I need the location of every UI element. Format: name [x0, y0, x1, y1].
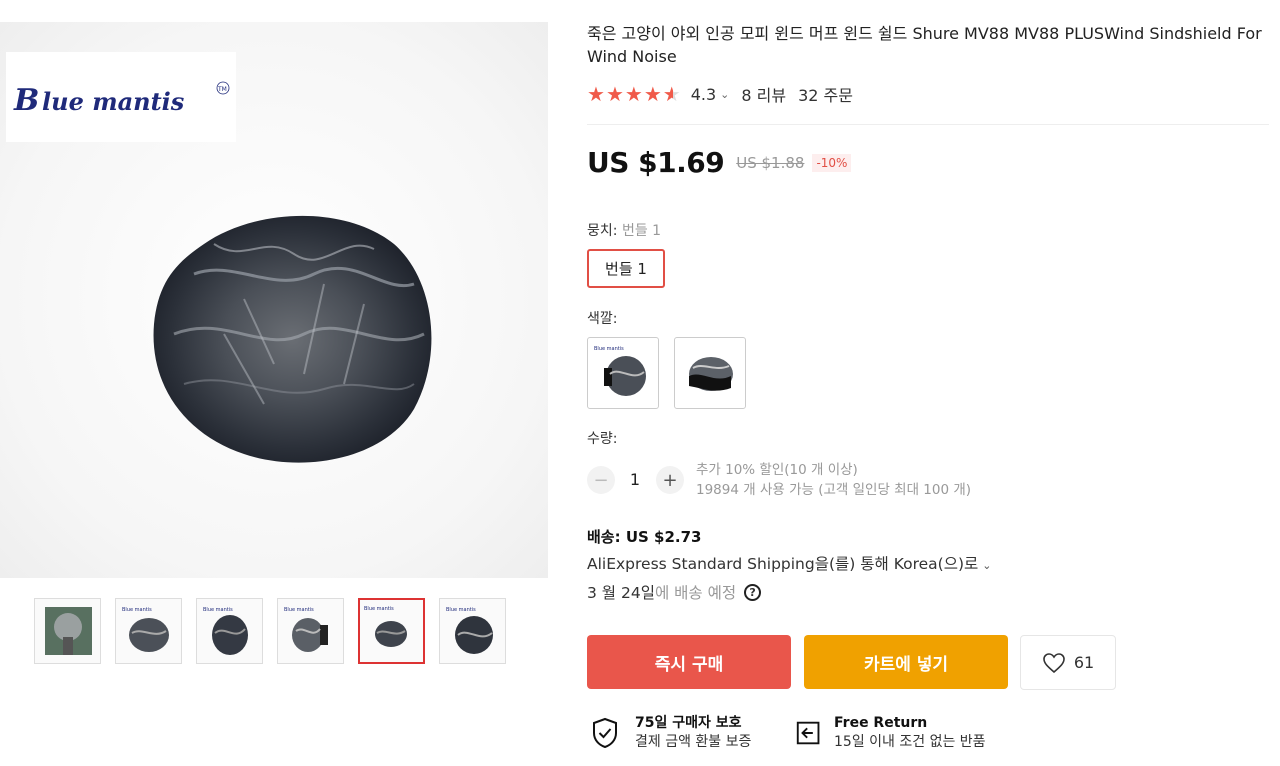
quantity-info: 추가 10% 할인(10 개 이상) 19894 개 사용 가능 (고객 일인당… [696, 460, 971, 500]
thumbnail-4[interactable]: Blue mantis [277, 598, 344, 664]
bundle-selected: 번들 1 [621, 223, 662, 239]
brand-logo-graphic: B lue mantis TM [13, 81, 230, 118]
stock-available-text: 19894 개 사용 가능 (고객 일인당 최대 100 개) [696, 482, 972, 498]
star-icon: ★ [643, 82, 662, 106]
price-row: US $1.69 US $1.88 -10% [587, 146, 852, 179]
shield-check-icon [593, 717, 617, 749]
free-return: Free Return 15일 이내 조건 없는 반품 [794, 714, 986, 752]
current-price: US $1.69 [587, 146, 725, 179]
shipping-cost: 배송: US $2.73 [587, 528, 702, 546]
thumbnail-strip: Blue mantis Blue mantis Blue mantis Blue… [34, 598, 506, 664]
quantity-label: 수량: [587, 431, 618, 447]
star-icon: ★ [605, 82, 624, 106]
svg-text:Blue mantis: Blue mantis [364, 606, 394, 612]
svg-text:Blue mantis: Blue mantis [203, 607, 233, 613]
bundle-label: 뭉치: [587, 223, 618, 239]
star-icon: ★ [624, 82, 643, 106]
svg-text:Blue mantis: Blue mantis [122, 607, 152, 613]
free-return-sub: 15일 이내 조건 없는 반품 [834, 734, 986, 750]
discount-badge: -10% [812, 153, 852, 172]
original-price: US $1.88 [736, 153, 805, 172]
delivery-estimate: 3 월 24일 에 배송 예정 ? [587, 581, 762, 603]
svg-text:Blue mantis: Blue mantis [284, 607, 314, 613]
svg-text:Blue mantis: Blue mantis [594, 346, 624, 352]
thumbnail-3[interactable]: Blue mantis [196, 598, 263, 664]
bundle-option-button[interactable]: 번들 1 [587, 249, 665, 288]
buy-now-button[interactable]: 즉시 구매 [587, 635, 791, 689]
shipping-method[interactable]: AliExpress Standard Shipping을(를) 통해 Kore… [587, 552, 992, 574]
thumbnail-6[interactable]: Blue mantis [439, 598, 506, 664]
reviews-count[interactable]: 8 리뷰 [741, 82, 786, 106]
color-label: 색깔: [587, 311, 618, 327]
color-swatch-1[interactable]: Blue mantis [587, 337, 659, 409]
product-title: 죽은 고양이 야외 인공 모피 윈드 머프 윈드 쉴드 Shure MV88 M… [587, 24, 1262, 66]
rating-row: ★ ★ ★ ★ ★ 4.3 ⌄ 8 리뷰 32 주문 [587, 82, 853, 106]
rating-value[interactable]: 4.3 [691, 85, 716, 104]
buyer-protection: 75일 구매자 보호 결제 금액 환불 보증 [591, 714, 751, 752]
half-star-icon: ★ [662, 82, 681, 106]
heart-icon [1043, 652, 1065, 673]
return-box-icon [796, 721, 820, 745]
free-return-title: Free Return [834, 715, 928, 731]
bulk-discount-text: 추가 10% 할인(10 개 이상) [696, 462, 858, 478]
delivery-date: 3 월 24일 [587, 584, 655, 602]
add-to-cart-button[interactable]: 카트에 넣기 [804, 635, 1008, 689]
svg-text:TM: TM [217, 86, 227, 93]
quantity-decrease-button[interactable]: − [587, 466, 615, 494]
svg-text:Blue mantis: Blue mantis [446, 607, 476, 613]
brand-logo: B lue mantis TM [6, 52, 236, 142]
wishlist-count: 61 [1073, 653, 1095, 672]
svg-text:B: B [13, 83, 39, 118]
wishlist-button[interactable]: 61 [1020, 635, 1116, 690]
shipping-method-text: AliExpress Standard Shipping을(를) 통해 Kore… [587, 555, 979, 573]
color-swatch-2[interactable] [674, 337, 746, 409]
star-icon: ★ [587, 82, 605, 106]
buyer-protection-title: 75일 구매자 보호 [635, 715, 742, 731]
fur-windscreen-image [153, 215, 432, 463]
rating-stars: ★ ★ ★ ★ ★ [587, 84, 681, 104]
quantity-input[interactable]: 1 [620, 470, 650, 489]
thumbnail-1[interactable] [34, 598, 101, 664]
thumbnail-2[interactable]: Blue mantis [115, 598, 182, 664]
chevron-down-icon: ⌄ [982, 559, 992, 572]
delivery-date-suffix: 에 배송 예정 [654, 584, 737, 602]
chevron-down-icon[interactable]: ⌄ [720, 88, 729, 101]
main-product-image[interactable]: B lue mantis TM [0, 22, 548, 578]
help-icon[interactable]: ? [744, 583, 762, 601]
buyer-protection-sub: 결제 금액 환불 보증 [635, 734, 752, 750]
svg-text:lue mantis: lue mantis [42, 87, 185, 116]
divider [587, 124, 1269, 125]
thumbnail-5-selected[interactable]: Blue mantis [358, 598, 425, 664]
orders-count: 32 주문 [798, 86, 853, 105]
quantity-increase-button[interactable]: + [656, 466, 684, 494]
bundle-label-row: 뭉치: 번들 1 [587, 220, 661, 240]
